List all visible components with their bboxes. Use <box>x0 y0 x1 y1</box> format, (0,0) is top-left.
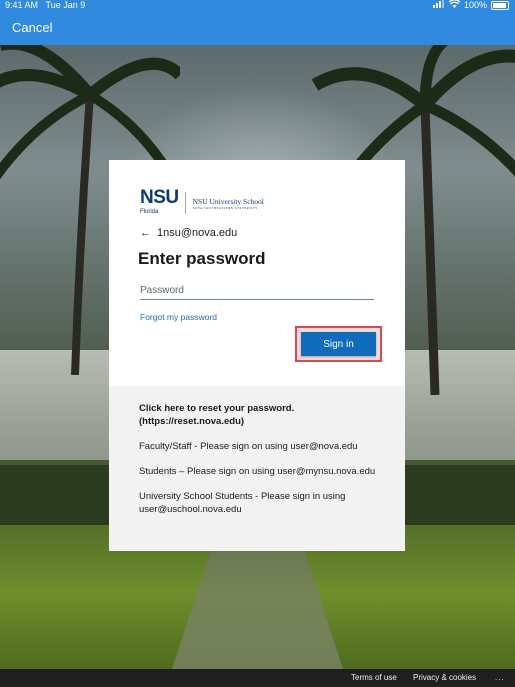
status-date-text: Tue Jan 9 <box>45 0 86 10</box>
logo-subbrand: Florida <box>140 209 159 215</box>
privacy-link[interactable]: Privacy & cookies <box>413 673 476 682</box>
nsu-logo-mark: NSU Florida <box>140 187 179 216</box>
reset-line2: (https://reset.nova.edu) <box>139 416 245 427</box>
hedge-right <box>405 465 515 525</box>
info-text: Click here to reset your password. (http… <box>139 402 379 528</box>
signin-highlight: Sign in <box>295 326 382 362</box>
logo-divider <box>184 192 186 214</box>
terms-link[interactable]: Terms of use <box>351 673 397 682</box>
sign-in-button[interactable]: Sign in <box>301 332 376 356</box>
logo-school-name: NSU University School <box>192 196 264 206</box>
info-panel: Click here to reset your password. (http… <box>109 386 405 551</box>
password-input[interactable] <box>140 281 374 300</box>
status-time-text: 9:41 AM <box>5 0 39 10</box>
back-arrow-icon[interactable]: ← <box>140 227 151 239</box>
cellular-signal-icon <box>432 0 445 11</box>
reset-password-link[interactable]: Click here to reset your password. (http… <box>139 402 379 428</box>
hedge-left <box>0 465 110 525</box>
battery-icon <box>491 1 509 10</box>
page-title: Enter password <box>138 249 266 268</box>
logo-brand: NSU <box>140 187 179 208</box>
status-indicators: 100% <box>432 0 509 11</box>
account-email: 1nsu@nova.edu <box>157 227 238 239</box>
nav-bar: Cancel <box>0 12 515 45</box>
school-students-note: University School Students - Please sign… <box>139 491 346 515</box>
login-card: NSU Florida NSU University School NOVA S… <box>109 160 405 551</box>
login-form: NSU Florida NSU University School NOVA S… <box>109 160 405 386</box>
faculty-note: Faculty/Staff - Please sign on using use… <box>139 441 358 452</box>
students-note: Students – Please sign on using user@myn… <box>139 466 376 477</box>
logo-school-tagline: NOVA SOUTHEASTERN UNIVERSITY <box>192 205 258 210</box>
more-options-icon[interactable]: ... <box>495 673 505 682</box>
forgot-password-link[interactable]: Forgot my password <box>140 312 217 322</box>
battery-percent: 100% <box>463 0 487 10</box>
status-bar: 9:41 AM Tue Jan 9 100% <box>0 0 515 12</box>
logo-school: NSU University School NOVA SOUTHEASTERN … <box>193 197 264 210</box>
wifi-icon <box>448 0 461 11</box>
cancel-button[interactable]: Cancel <box>12 20 52 35</box>
reset-line1: Click here to reset your password. <box>139 403 295 414</box>
account-row: ← 1nsu@nova.edu <box>140 227 237 239</box>
nsu-logo: NSU Florida NSU University School NOVA S… <box>140 187 264 216</box>
footer: Terms of use Privacy & cookies ... <box>0 669 515 687</box>
status-time: 9:41 AM Tue Jan 9 <box>5 0 85 11</box>
